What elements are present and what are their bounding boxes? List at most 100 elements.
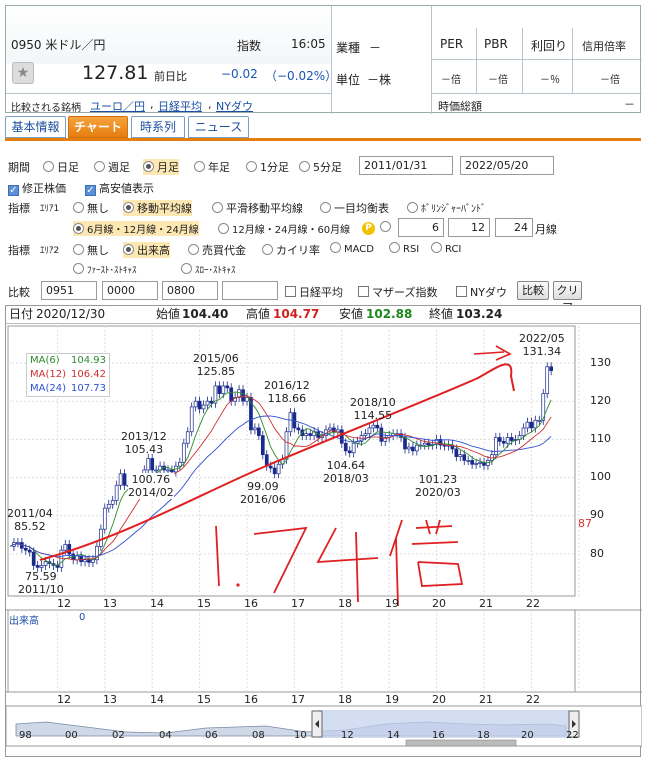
tab-time-series[interactable]: 時系列 — [131, 116, 185, 138]
ind1-smoothed-ma-radio[interactable]: 平滑移動平均線 — [212, 200, 303, 216]
nav-tick: 12 — [341, 730, 354, 741]
candle-body — [181, 442, 186, 463]
ind1-ma-radio[interactable]: 移動平均線 — [123, 200, 192, 216]
ind2-deviation-radio[interactable]: カイリ率 — [262, 242, 320, 258]
compare-code-2-input[interactable]: 0000 — [102, 281, 158, 300]
ma24-legend-row: MA(24) 107.73 — [30, 383, 106, 394]
candle-body — [533, 419, 538, 429]
compare-nydow-checkbox[interactable]: NYダウ — [456, 284, 507, 300]
ind2-macd-radio[interactable]: MACD — [330, 242, 374, 255]
candle-body — [375, 424, 380, 429]
candle-body — [371, 424, 376, 429]
per-label: PER — [440, 37, 464, 51]
year-tick: 17 — [291, 597, 305, 610]
candle-body — [276, 463, 281, 475]
compare-code-1-input[interactable]: 0951 — [41, 281, 97, 300]
annotation-2013-12: 2013/12 105.43 — [121, 430, 167, 456]
ind1-bollinger-radio[interactable]: ﾎﾞﾘﾝｼﾞｬｰﾊﾞﾝﾄﾞ — [407, 200, 486, 215]
ma-12-24-60-radio[interactable]: 12月線・24月線・60月線 — [218, 221, 350, 236]
yield-label: 利回り — [531, 39, 568, 53]
annotation-2022-05: 2022/05 131.34 — [519, 332, 565, 358]
ind1-none-radio[interactable]: 無し — [73, 200, 109, 216]
candle-body — [529, 421, 534, 429]
vol-year-tick: 16 — [244, 693, 258, 706]
compare-link-eurjpy[interactable]: ユーロ／円 — [90, 98, 145, 114]
compare-code-4-input[interactable] — [222, 281, 278, 300]
candle-body — [166, 469, 170, 472]
vol-year-tick: 14 — [150, 693, 164, 706]
compare-code-3-input[interactable]: 0800 — [162, 281, 218, 300]
nav-tick: 22 — [566, 730, 579, 741]
period-yearly-radio[interactable]: 年足 — [194, 159, 230, 175]
ohlc-high: 104.77 — [273, 307, 320, 321]
nav-tick: 16 — [432, 730, 445, 741]
ohlc-close-label: 終値 — [429, 307, 454, 321]
ohlc-open: 104.40 — [182, 307, 229, 321]
compare-button[interactable]: 比較 — [517, 281, 549, 300]
candle-body — [185, 431, 190, 444]
compare-mothers-checkbox[interactable]: マザーズ指数 — [358, 284, 437, 300]
ind2-volume-radio[interactable]: 出来高 — [123, 242, 170, 258]
nav-tick: 18 — [477, 730, 490, 741]
period-monthly-radio[interactable]: 月足 — [143, 159, 179, 175]
ma-legend: MA(6) 104.93 MA(12) 106.42 MA(24) 107.73 — [26, 353, 110, 397]
candle-body — [501, 440, 506, 444]
year-tick: 20 — [432, 597, 446, 610]
tab-news[interactable]: ニュース — [188, 116, 249, 138]
annotation-2015-06: 2015/06 125.85 — [193, 352, 239, 378]
candle-body — [241, 389, 245, 402]
date-from-input[interactable]: 2011/01/31 — [359, 156, 453, 175]
unit-label: 単位 — [336, 73, 361, 87]
vol-year-tick: 13 — [103, 693, 117, 706]
period-1min-radio[interactable]: 1分足 — [246, 159, 289, 175]
tab-basic-info[interactable]: 基本情報 — [5, 116, 66, 138]
price-change-percent: （−0.02%） — [265, 69, 338, 83]
ind2-slow-stoch-radio[interactable]: ｽﾛｰ･ｽﾄｷｬｽ — [181, 263, 236, 276]
candle-body — [343, 442, 348, 452]
stock-code-name: 0950 米ドル／円 — [11, 38, 106, 52]
candle-body — [102, 507, 107, 530]
candle-body — [75, 555, 80, 561]
nav-tick: 20 — [521, 730, 534, 741]
ma-unit-label: 月線 — [535, 223, 557, 236]
year-tick: 21 — [479, 597, 493, 610]
candle-body — [98, 528, 103, 547]
ma-custom-1-input[interactable]: 6 — [398, 218, 444, 237]
market-cap-label: 時価総額 — [438, 100, 482, 113]
candle-body — [422, 442, 427, 446]
ma-6-12-24-radio[interactable]: 6月線・12月線・24月線 — [73, 221, 199, 236]
clear-button[interactable]: クリア — [553, 281, 582, 314]
margin-ratio-value: －倍 — [600, 75, 620, 86]
compare-link-nydow[interactable]: NYダウ — [216, 98, 253, 114]
ind2-rci-radio[interactable]: RCI — [431, 242, 461, 255]
ma-custom-radio[interactable] — [380, 221, 394, 234]
ind2-none-radio[interactable]: 無し — [73, 242, 109, 258]
favorite-star-icon[interactable]: ★ — [12, 62, 34, 84]
period-weekly-radio[interactable]: 週足 — [94, 159, 130, 175]
compare-nikkei-checkbox[interactable]: 日経平均 — [285, 284, 343, 300]
ind2-rsi-radio[interactable]: RSI — [389, 242, 419, 255]
adjusted-price-checkbox[interactable]: ✓ 修正株価 — [8, 180, 66, 196]
candle-body — [363, 433, 368, 436]
ind1-ichimoku-radio[interactable]: 一目均衡表 — [320, 200, 389, 216]
industry-value: － — [369, 41, 382, 55]
ma-custom-2-input[interactable]: 12 — [448, 218, 490, 237]
price-tick-80: 80 — [590, 547, 604, 560]
candle-body — [221, 385, 226, 394]
ind2-fast-stoch-radio[interactable]: ﾌｧｰｽﾄ･ｽﾄｷｬｽ — [73, 263, 137, 276]
high-low-checkbox[interactable]: ✓ 高安値表示 — [85, 180, 154, 196]
candle-body — [284, 431, 289, 460]
tab-chart[interactable]: チャート — [68, 116, 128, 138]
date-to-input[interactable]: 2022/05/20 — [460, 156, 554, 175]
current-price-marker: 87 — [578, 517, 592, 530]
candle-body — [537, 419, 542, 422]
compare-link-nikkei[interactable]: 日経平均 — [158, 98, 202, 114]
period-daily-radio[interactable]: 日足 — [43, 159, 79, 175]
ma-custom-3-input[interactable]: 24 — [495, 218, 533, 237]
ind2-turnover-radio[interactable]: 売買代金 — [188, 242, 246, 258]
candle-body — [411, 446, 415, 452]
period-5min-radio[interactable]: 5分足 — [299, 159, 342, 175]
candle-body — [35, 565, 40, 568]
stock-header-bg — [6, 6, 331, 64]
year-tick: 22 — [526, 597, 540, 610]
